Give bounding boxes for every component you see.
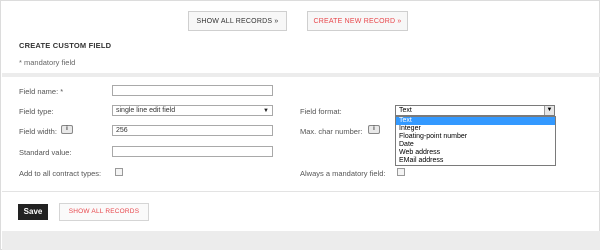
mandatory-note: * mandatory field [19, 58, 76, 67]
info-icon[interactable]: i [368, 125, 380, 134]
chevron-down-icon: ▼ [263, 108, 269, 114]
chevron-down-icon[interactable]: ▼ [544, 106, 554, 115]
field-format-select[interactable]: Text ▼ [395, 105, 555, 116]
always-mandatory-checkbox[interactable] [397, 168, 405, 176]
field-type-label: Field type: [19, 107, 54, 116]
show-all-records-link-button[interactable]: SHOW ALL RECORDS [59, 203, 149, 221]
footer-band [2, 231, 600, 250]
field-type-value: single line edit field [116, 107, 176, 114]
standard-value-input[interactable] [112, 146, 273, 157]
page-frame: SHOW ALL RECORDS » CREATE NEW RECORD » C… [0, 0, 600, 250]
actions-divider [2, 191, 600, 192]
field-width-input[interactable]: 256 [112, 125, 273, 136]
format-option[interactable]: Date [396, 141, 555, 149]
top-nav: SHOW ALL RECORDS » CREATE NEW RECORD » [188, 11, 408, 31]
section-divider [2, 73, 600, 77]
standard-value-label: Standard value: [19, 148, 72, 157]
add-to-all-checkbox[interactable] [115, 168, 123, 176]
format-option[interactable]: Integer [396, 125, 555, 133]
max-char-label: Max. char number: [300, 127, 363, 136]
format-option[interactable]: Text [396, 117, 555, 125]
page-title: CREATE CUSTOM FIELD [19, 41, 112, 50]
format-option[interactable]: Web address [396, 149, 555, 157]
field-format-value: Text [399, 107, 412, 114]
create-new-record-button[interactable]: CREATE NEW RECORD » [307, 11, 408, 31]
field-name-label: Field name: * [19, 87, 64, 96]
field-type-select[interactable]: single line edit field ▼ [112, 105, 273, 116]
field-format-label: Field format: [300, 107, 342, 116]
info-icon[interactable]: i [61, 125, 73, 134]
field-format-dropdown-list: Text Integer Floating-point number Date … [395, 116, 556, 166]
show-all-records-button[interactable]: SHOW ALL RECORDS » [188, 11, 287, 31]
always-mandatory-label: Always a mandatory field: [300, 169, 386, 178]
field-width-label: Field width: [19, 127, 57, 136]
field-name-input[interactable] [112, 85, 273, 96]
format-option[interactable]: Floating-point number [396, 133, 555, 141]
format-option[interactable]: EMail address [396, 157, 555, 165]
save-button[interactable]: Save [18, 204, 48, 220]
add-to-all-label: Add to all contract types: [19, 169, 102, 178]
